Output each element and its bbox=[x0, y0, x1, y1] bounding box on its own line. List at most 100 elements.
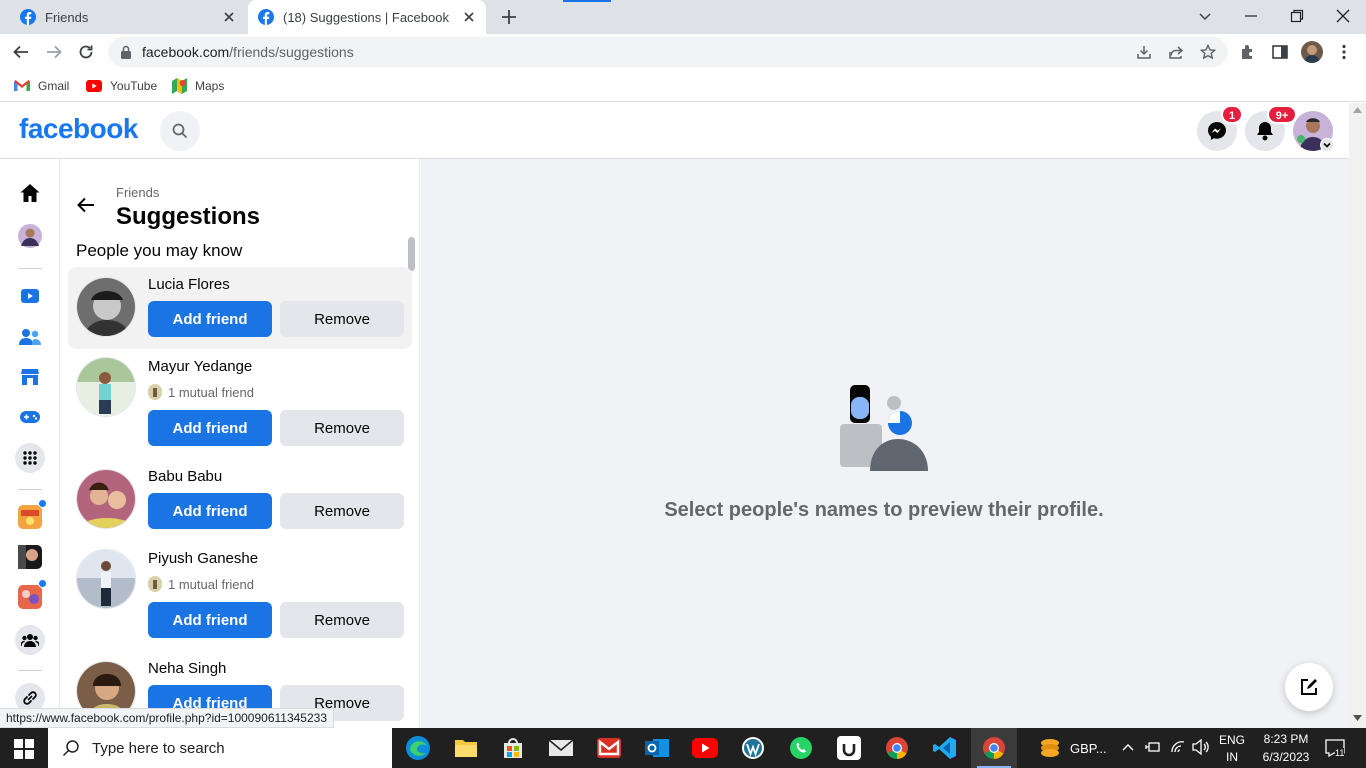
url-text[interactable]: facebook.com/friends/suggestions bbox=[142, 44, 354, 60]
outlook-app[interactable] bbox=[643, 734, 671, 762]
remove-button[interactable]: Remove bbox=[280, 301, 404, 337]
chrome-app[interactable] bbox=[883, 734, 911, 762]
reload-icon[interactable] bbox=[77, 43, 95, 61]
address-bar[interactable]: facebook.com/friends/suggestions bbox=[108, 37, 1228, 67]
gmail-app[interactable] bbox=[595, 734, 623, 762]
gaming-button[interactable] bbox=[16, 403, 44, 431]
chevron-up-icon[interactable] bbox=[1122, 742, 1134, 752]
groups-icon bbox=[21, 634, 39, 647]
add-friend-button[interactable]: Add friend bbox=[148, 301, 272, 337]
taskbar-search-box[interactable]: Type here to search bbox=[48, 728, 392, 768]
person-name[interactable]: Lucia Flores bbox=[148, 276, 230, 293]
close-tab-icon[interactable] bbox=[462, 10, 476, 24]
section-heading: People you may know bbox=[76, 241, 243, 260]
store-app[interactable] bbox=[499, 734, 527, 762]
tab-friends[interactable]: Friends bbox=[10, 0, 246, 34]
udemy-icon bbox=[837, 736, 861, 760]
panel-scrollbar[interactable] bbox=[408, 237, 415, 271]
messenger-icon bbox=[1208, 122, 1226, 140]
tab-suggestions[interactable]: (18) Suggestions | Facebook bbox=[248, 0, 486, 34]
messenger-badge: 1 bbox=[1221, 105, 1243, 124]
suggestion-row[interactable]: Piyush Ganeshe 1 mutual friend Add frien… bbox=[68, 541, 412, 651]
new-tab-icon[interactable] bbox=[498, 6, 520, 28]
lock-icon[interactable] bbox=[120, 45, 132, 59]
add-friend-button[interactable]: Add friend bbox=[148, 602, 272, 638]
facebook-logo[interactable]: facebook bbox=[19, 113, 138, 145]
back-arrow-icon[interactable] bbox=[74, 193, 98, 217]
remove-button[interactable]: Remove bbox=[280, 493, 404, 529]
person-name[interactable]: Mayur Yedange bbox=[148, 358, 252, 375]
udemy-app[interactable] bbox=[835, 734, 863, 762]
chrome-menu-icon[interactable] bbox=[1335, 43, 1353, 61]
person-name[interactable]: Neha Singh bbox=[148, 660, 226, 677]
restore-icon[interactable] bbox=[1289, 8, 1305, 24]
whatsapp-app[interactable] bbox=[787, 734, 815, 762]
suggestion-row[interactable]: Lucia Flores Add friend Remove bbox=[68, 267, 412, 349]
side-panel-icon[interactable] bbox=[1271, 43, 1289, 61]
breadcrumb[interactable]: Friends bbox=[116, 185, 159, 200]
edge-app[interactable] bbox=[404, 734, 432, 762]
menu-button[interactable] bbox=[15, 443, 45, 473]
volume-icon[interactable] bbox=[1192, 739, 1210, 755]
currency-widget-label[interactable]: GBP... bbox=[1070, 741, 1107, 756]
person-avatar[interactable] bbox=[76, 357, 136, 417]
person-name[interactable]: Piyush Ganeshe bbox=[148, 550, 258, 567]
language-top[interactable]: ENG bbox=[1219, 733, 1245, 747]
marketplace-button[interactable] bbox=[16, 363, 44, 391]
account-chevron[interactable] bbox=[1320, 138, 1334, 152]
currency-widget[interactable] bbox=[1036, 734, 1064, 762]
remove-button[interactable]: Remove bbox=[280, 410, 404, 446]
add-friend-button[interactable]: Add friend bbox=[148, 493, 272, 529]
bookmark-maps[interactable]: Maps bbox=[172, 76, 224, 96]
wordpress-app[interactable] bbox=[739, 734, 767, 762]
friends-button[interactable] bbox=[16, 323, 44, 351]
windows-start-icon[interactable] bbox=[14, 739, 34, 759]
clock-date[interactable]: 6/3/2023 bbox=[1256, 750, 1316, 764]
scroll-down-icon[interactable] bbox=[1353, 715, 1362, 721]
groups-button[interactable] bbox=[15, 625, 45, 655]
clock-time[interactable]: 8:23 PM bbox=[1261, 732, 1311, 746]
close-tab-icon[interactable] bbox=[222, 10, 236, 24]
tab-search-chevron-icon[interactable] bbox=[1197, 8, 1213, 24]
person-avatar[interactable] bbox=[76, 549, 136, 609]
search-button[interactable] bbox=[160, 111, 200, 151]
bookmark-gmail[interactable]: Gmail bbox=[14, 76, 69, 96]
back-icon[interactable] bbox=[12, 43, 30, 61]
profile-shortcut[interactable] bbox=[16, 222, 44, 250]
battery-plug-icon[interactable] bbox=[1145, 740, 1161, 754]
person-avatar[interactable] bbox=[76, 277, 136, 337]
chrome-app-active[interactable] bbox=[971, 728, 1017, 768]
vscode-icon bbox=[933, 737, 956, 759]
bookmark-youtube[interactable]: YouTube bbox=[86, 76, 157, 96]
suggestion-row[interactable]: Mayur Yedange 1 mutual friend Add friend… bbox=[68, 349, 412, 459]
close-window-icon[interactable] bbox=[1335, 8, 1351, 24]
extensions-icon[interactable] bbox=[1239, 43, 1257, 61]
scroll-up-icon[interactable] bbox=[1353, 107, 1362, 113]
bookmark-star-icon[interactable] bbox=[1200, 44, 1216, 60]
person-name[interactable]: Babu Babu bbox=[148, 468, 222, 485]
page-scrollbar[interactable] bbox=[1349, 103, 1366, 728]
person-avatar[interactable] bbox=[76, 469, 136, 529]
file-explorer-app[interactable] bbox=[452, 734, 480, 762]
mutual-friends[interactable]: 1 mutual friend bbox=[148, 576, 254, 592]
language-bottom[interactable]: IN bbox=[1226, 750, 1238, 764]
suggestion-row[interactable]: Babu Babu Add friend Remove bbox=[68, 459, 412, 541]
shortcut-page-2[interactable] bbox=[16, 543, 44, 571]
profile-avatar[interactable] bbox=[1301, 41, 1323, 63]
home-button[interactable] bbox=[16, 179, 44, 207]
page-thumbnail-icon bbox=[18, 505, 42, 529]
mutual-friends[interactable]: 1 mutual friend bbox=[148, 384, 254, 400]
install-app-icon[interactable] bbox=[1136, 44, 1152, 60]
share-icon[interactable] bbox=[1168, 44, 1184, 60]
wifi-icon[interactable] bbox=[1170, 739, 1186, 755]
minimize-icon[interactable] bbox=[1243, 8, 1259, 24]
profile-avatar-icon bbox=[18, 224, 42, 248]
vscode-app[interactable] bbox=[931, 734, 959, 762]
add-friend-button[interactable]: Add friend bbox=[148, 410, 272, 446]
mail-app[interactable] bbox=[547, 734, 575, 762]
remove-button[interactable]: Remove bbox=[280, 602, 404, 638]
new-message-button[interactable] bbox=[1285, 663, 1333, 711]
forward-icon[interactable] bbox=[45, 43, 63, 61]
watch-button[interactable] bbox=[16, 282, 44, 310]
youtube-app[interactable] bbox=[691, 734, 719, 762]
